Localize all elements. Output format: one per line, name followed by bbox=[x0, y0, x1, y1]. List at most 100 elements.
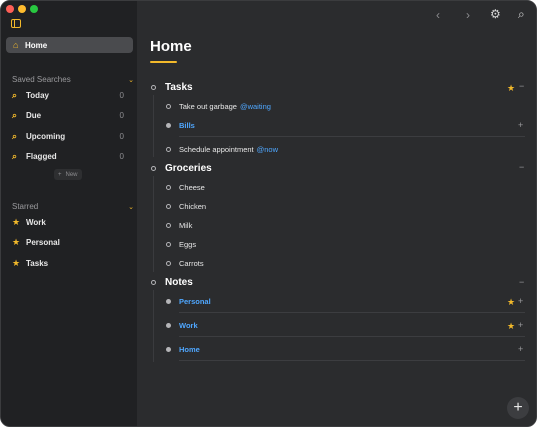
sidebar-toggle-icon[interactable] bbox=[11, 19, 21, 28]
item-bullet[interactable] bbox=[166, 104, 171, 109]
add-icon[interactable]: + bbox=[518, 320, 523, 330]
item-bullet[interactable] bbox=[166, 185, 171, 190]
task-text: Take out garbage bbox=[179, 102, 237, 111]
plus-icon: + bbox=[513, 399, 523, 416]
search-icon[interactable]: ⌕ bbox=[518, 7, 525, 22]
saved-search-due[interactable]: ⌕ Due 0 bbox=[12, 108, 124, 122]
note-item-work[interactable]: Work bbox=[166, 321, 198, 330]
saved-search-count: 0 bbox=[119, 131, 124, 141]
group-bullet[interactable] bbox=[151, 85, 156, 90]
item-bullet[interactable] bbox=[166, 323, 171, 328]
saved-search-upcoming[interactable]: ⌕ Upcoming 0 bbox=[12, 129, 124, 143]
starred-item-label: Work bbox=[26, 217, 46, 227]
indent-guide bbox=[153, 290, 154, 362]
task-item[interactable]: Schedule appointment @now bbox=[166, 145, 278, 154]
back-icon[interactable]: ‹ bbox=[436, 8, 440, 22]
zoom-window-button[interactable] bbox=[30, 5, 38, 13]
add-icon[interactable]: + bbox=[518, 296, 523, 306]
indent-guide bbox=[153, 95, 154, 157]
saved-search-count: 0 bbox=[119, 110, 124, 120]
note-item-home[interactable]: Home bbox=[166, 345, 200, 354]
item-bullet[interactable] bbox=[166, 347, 171, 352]
chevron-down-icon[interactable]: ⌄ bbox=[128, 203, 134, 211]
add-item-button[interactable]: + bbox=[507, 397, 529, 419]
starred-item-label: Personal bbox=[26, 237, 60, 247]
grocery-text: Cheese bbox=[179, 183, 205, 192]
star-icon[interactable]: ★ bbox=[507, 83, 515, 94]
app-window: ⌂ Home Saved Searches ⌄ ⌕ Today 0 ⌕ Due … bbox=[0, 0, 537, 427]
new-button-label: New bbox=[65, 171, 78, 178]
group-bullet[interactable] bbox=[151, 166, 156, 171]
grocery-item[interactable]: Milk bbox=[166, 221, 192, 230]
grocery-item[interactable]: Carrots bbox=[166, 259, 204, 268]
item-bullet[interactable] bbox=[166, 123, 171, 128]
task-link[interactable]: Bills bbox=[179, 121, 195, 130]
item-bullet[interactable] bbox=[166, 204, 171, 209]
grocery-text: Milk bbox=[179, 221, 193, 230]
title-underline bbox=[150, 61, 177, 63]
indent-guide bbox=[153, 176, 154, 272]
star-icon[interactable]: ★ bbox=[507, 321, 515, 332]
task-tag[interactable]: @waiting bbox=[240, 102, 271, 111]
saved-search-today[interactable]: ⌕ Today 0 bbox=[12, 88, 124, 102]
saved-searches-header[interactable]: Saved Searches ⌄ bbox=[12, 75, 134, 84]
collapse-icon[interactable]: − bbox=[519, 81, 524, 91]
item-bullet[interactable] bbox=[166, 299, 171, 304]
task-item[interactable]: Take out garbage @waiting bbox=[166, 102, 271, 111]
sidebar-item-home[interactable]: ⌂ Home bbox=[6, 37, 133, 53]
item-bullet[interactable] bbox=[166, 242, 171, 247]
group-title: Tasks bbox=[165, 82, 193, 93]
new-saved-search-button[interactable]: + New bbox=[54, 169, 82, 180]
add-icon[interactable]: + bbox=[518, 120, 523, 130]
divider bbox=[179, 136, 525, 137]
task-tag[interactable]: @now bbox=[257, 145, 278, 154]
forward-icon[interactable]: › bbox=[466, 8, 470, 22]
add-icon[interactable]: + bbox=[518, 344, 523, 354]
grocery-text: Eggs bbox=[179, 240, 197, 249]
note-link[interactable]: Work bbox=[179, 321, 198, 330]
starred-header[interactable]: Starred ⌄ bbox=[12, 202, 134, 211]
divider bbox=[179, 336, 525, 337]
task-item-bills[interactable]: Bills bbox=[166, 121, 195, 130]
star-icon[interactable]: ★ bbox=[507, 297, 515, 308]
plus-icon: + bbox=[58, 171, 62, 178]
starred-item-work[interactable]: ★ Work bbox=[12, 215, 124, 229]
saved-search-flagged[interactable]: ⌕ Flagged 0 bbox=[12, 149, 124, 163]
section-title: Saved Searches bbox=[12, 75, 71, 84]
note-link[interactable]: Home bbox=[179, 345, 200, 354]
group-groceries[interactable]: Groceries bbox=[151, 163, 212, 174]
chevron-down-icon[interactable]: ⌄ bbox=[128, 76, 134, 84]
starred-item-personal[interactable]: ★ Personal bbox=[12, 235, 124, 249]
sidebar-item-label: Home bbox=[25, 40, 48, 50]
collapse-icon[interactable]: − bbox=[519, 277, 524, 287]
saved-search-label: Flagged bbox=[26, 151, 57, 161]
grocery-item[interactable]: Cheese bbox=[166, 183, 205, 192]
settings-icon[interactable]: ⚙ bbox=[490, 7, 501, 21]
search-icon: ⌕ bbox=[12, 150, 18, 161]
star-icon: ★ bbox=[12, 257, 21, 268]
home-icon: ⌂ bbox=[13, 40, 19, 50]
group-notes[interactable]: Notes bbox=[151, 277, 193, 288]
collapse-icon[interactable]: − bbox=[519, 162, 524, 172]
main-content: ‹ › ⚙ ⌕ Home Tasks ★ − Take out garbage … bbox=[137, 1, 536, 426]
star-icon: ★ bbox=[12, 216, 21, 227]
item-bullet[interactable] bbox=[166, 223, 171, 228]
search-icon: ⌕ bbox=[12, 130, 18, 141]
page-title: Home bbox=[150, 38, 192, 55]
note-link[interactable]: Personal bbox=[179, 297, 211, 306]
grocery-text: Chicken bbox=[179, 202, 207, 211]
section-title: Starred bbox=[12, 202, 39, 211]
window-controls bbox=[6, 5, 38, 13]
sidebar: ⌂ Home Saved Searches ⌄ ⌕ Today 0 ⌕ Due … bbox=[1, 1, 137, 426]
starred-item-tasks[interactable]: ★ Tasks bbox=[12, 256, 124, 270]
note-item-personal[interactable]: Personal bbox=[166, 297, 211, 306]
grocery-item[interactable]: Chicken bbox=[166, 202, 206, 211]
minimize-window-button[interactable] bbox=[18, 5, 26, 13]
star-icon: ★ bbox=[12, 236, 21, 247]
group-bullet[interactable] bbox=[151, 280, 156, 285]
close-window-button[interactable] bbox=[6, 5, 14, 13]
item-bullet[interactable] bbox=[166, 261, 171, 266]
item-bullet[interactable] bbox=[166, 147, 171, 152]
grocery-item[interactable]: Eggs bbox=[166, 240, 196, 249]
group-tasks[interactable]: Tasks bbox=[151, 82, 193, 93]
